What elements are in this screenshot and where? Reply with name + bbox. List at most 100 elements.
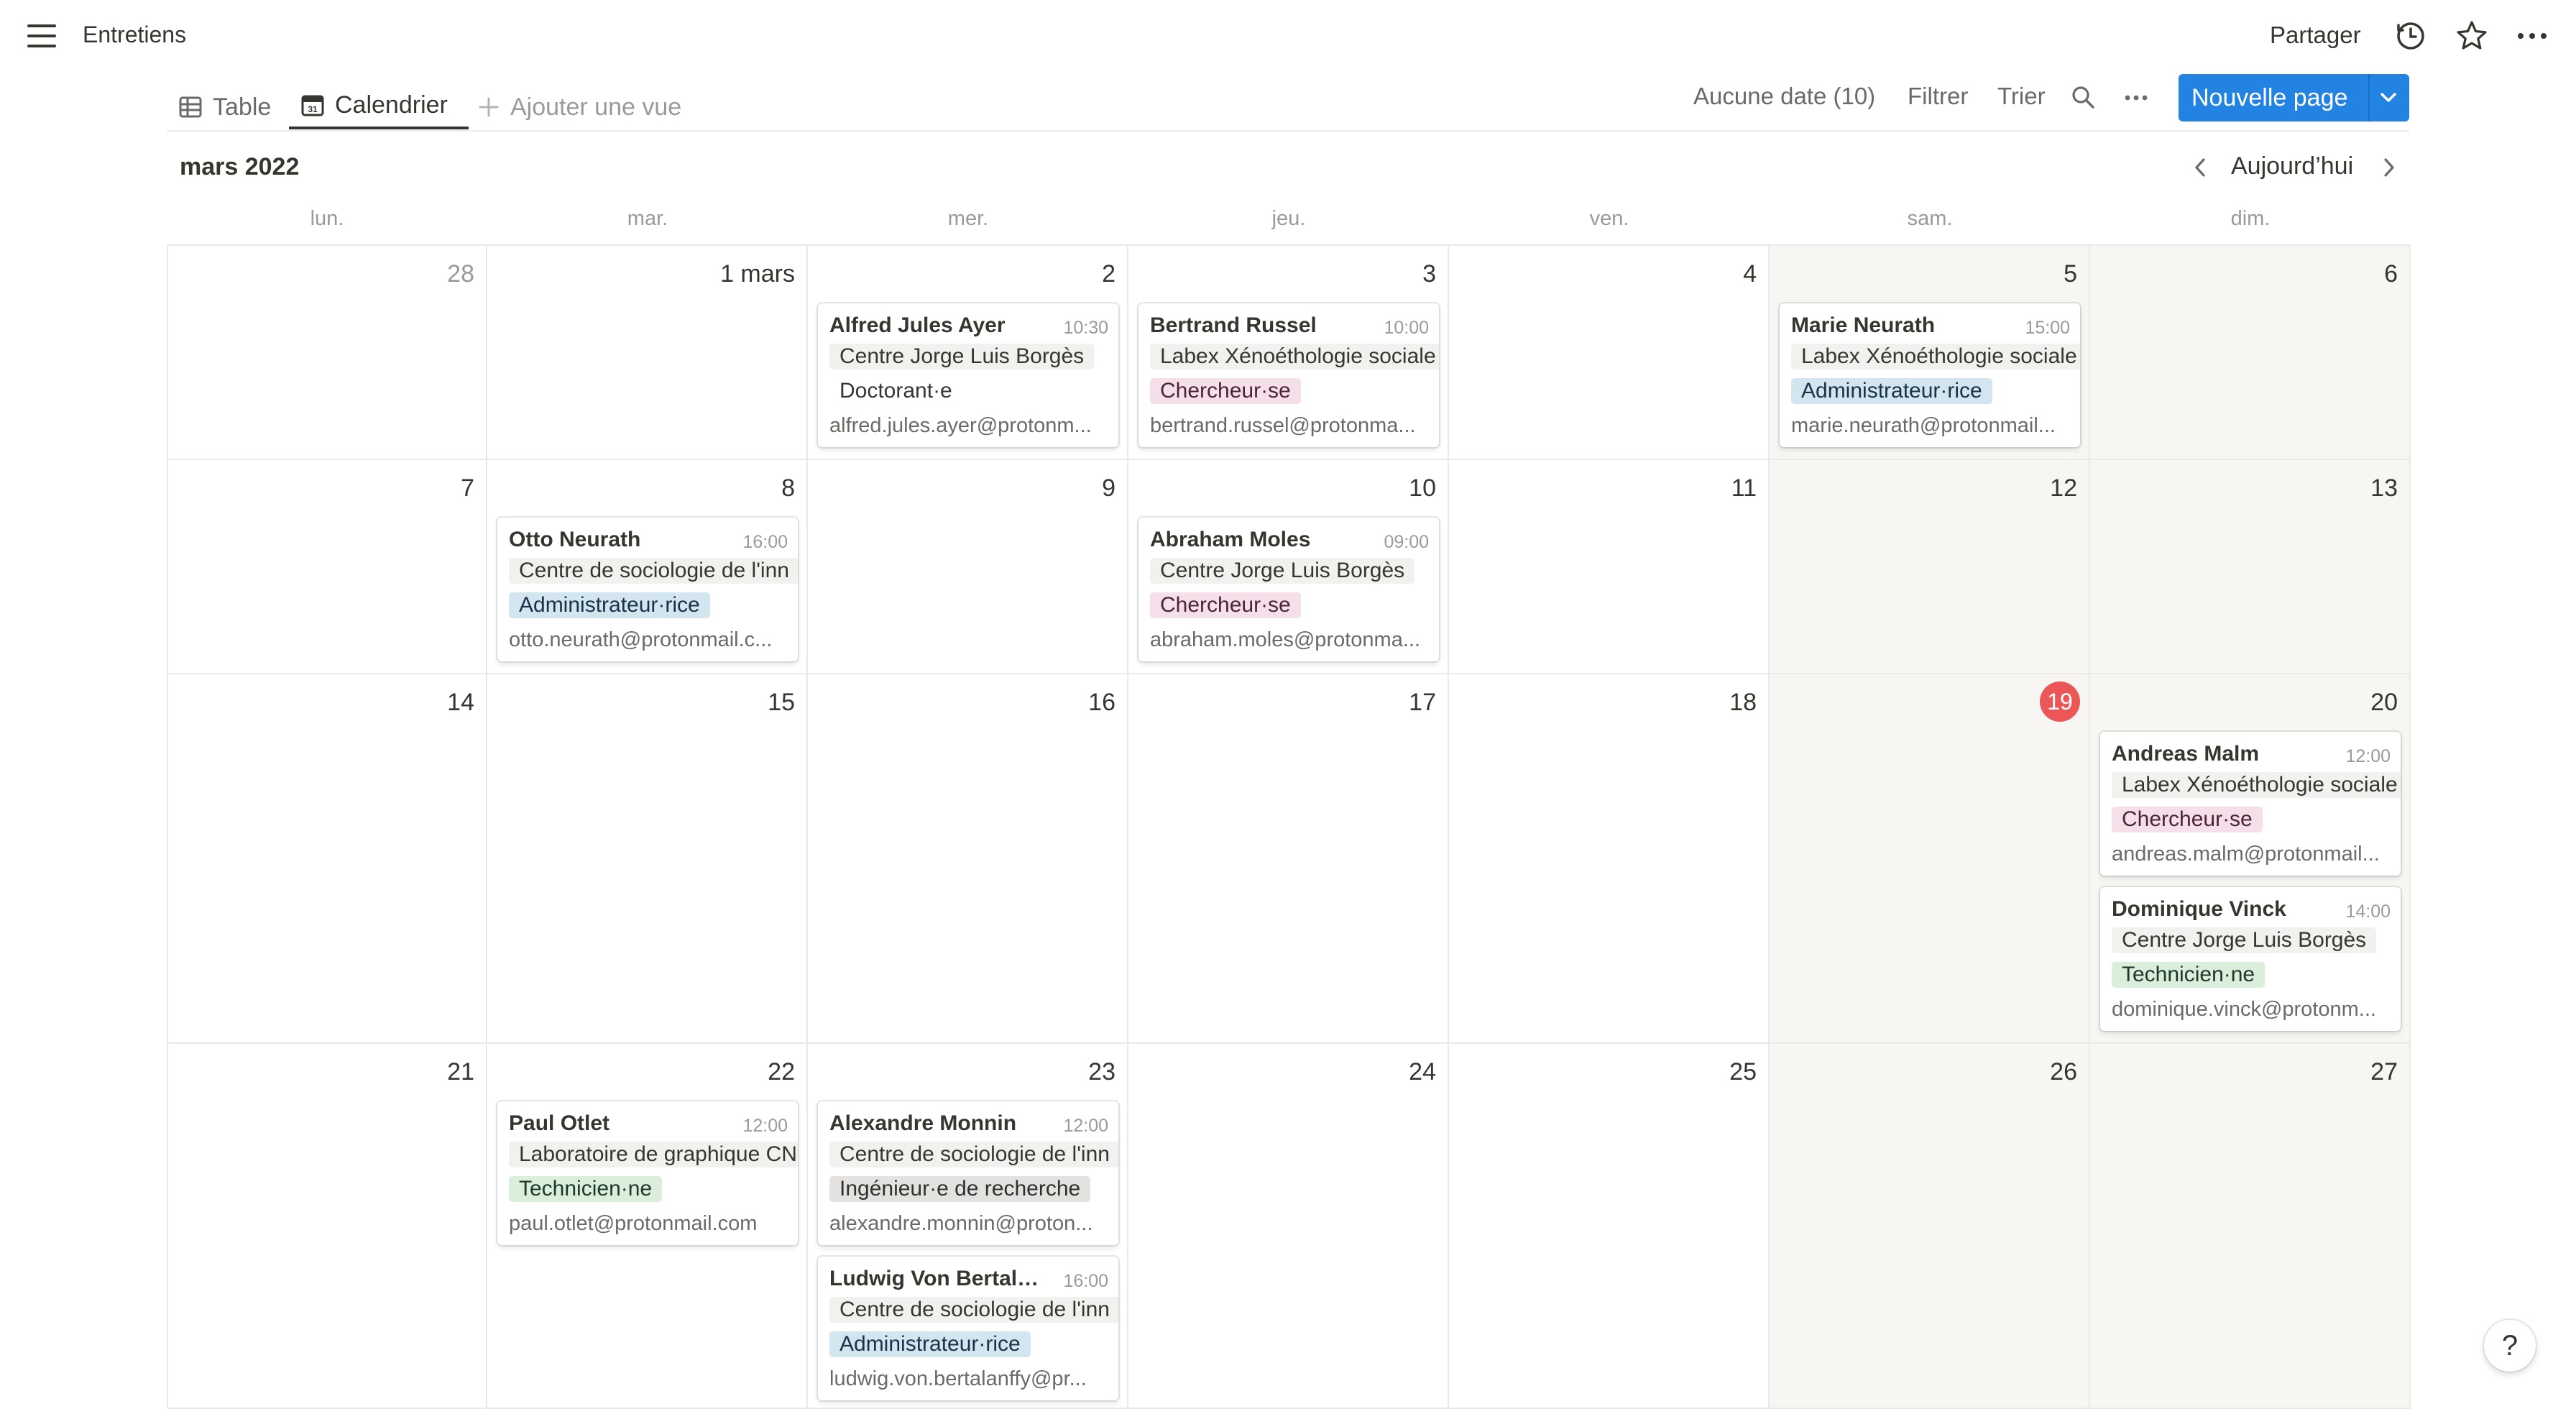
day-cell[interactable]: 13 (2090, 460, 2411, 674)
weekday-label: jeu. (1271, 207, 1306, 230)
event-card[interactable]: Andreas Malm 12:00 Labex Xénoéthologie soc… (2100, 732, 2401, 876)
day-cell[interactable]: 26 (1770, 1044, 2090, 1409)
today-day-number: 19 (2040, 681, 2080, 722)
clock-icon[interactable] (2393, 19, 2428, 53)
menu-icon[interactable] (27, 23, 58, 49)
event-name: Dominique Vinck (2112, 897, 2286, 921)
tab-table[interactable]: Table (178, 83, 279, 131)
page-title[interactable]: Entretiens (83, 22, 186, 48)
day-cell[interactable]: 25 (1449, 1044, 1770, 1409)
day-number: 8 (781, 474, 795, 502)
day-cell[interactable]: 27 (2090, 1044, 2411, 1409)
day-number: 7 (461, 474, 474, 502)
chevron-down-icon[interactable] (2379, 90, 2398, 106)
top-bar: Entretiens Partager (0, 0, 2576, 72)
svg-text:31: 31 (308, 104, 318, 114)
day-cell[interactable]: 18 (1449, 674, 1770, 1044)
day-number: 16 (1088, 689, 1116, 716)
event-email: bertrand.russel@protonma... (1150, 414, 1416, 437)
filter-button[interactable]: Filtrer (1908, 83, 1968, 110)
chevron-right-icon[interactable] (2379, 155, 2399, 180)
event-time: 10:30 (1063, 318, 1108, 338)
day-cell[interactable]: 19 (1770, 674, 2090, 1044)
day-number: 20 (2370, 689, 2398, 716)
new-page-button[interactable]: Nouvelle page (2179, 74, 2409, 121)
add-view-button[interactable]: Ajouter une vue (477, 83, 681, 131)
day-number: 17 (1409, 689, 1436, 716)
day-cell[interactable]: 1 mars (487, 246, 808, 460)
search-icon[interactable] (2070, 84, 2096, 110)
weekday-label: mer. (947, 207, 989, 230)
event-lab-tag: Labex Xénoéthologie sociale (1791, 344, 2080, 370)
event-role-tag: Chercheur·se (2112, 807, 2263, 832)
weekday-label: lun. (310, 207, 344, 230)
day-cell[interactable]: 24 (1128, 1044, 1449, 1409)
event-time: 12:00 (1063, 1116, 1108, 1136)
event-lab-tag: Centre de sociologie de l'inn (829, 1142, 1118, 1167)
tab-calendar-label: Calendrier (335, 91, 448, 119)
event-email: dominique.vinck@protonm... (2112, 998, 2376, 1021)
day-number: 24 (1409, 1058, 1436, 1086)
view-options-icon[interactable] (2123, 85, 2149, 111)
day-number: 21 (447, 1058, 474, 1086)
event-name: Ludwig Von Bertala... (829, 1267, 1045, 1290)
day-number: 3 (1422, 260, 1436, 288)
event-card[interactable]: Otto Neurath 16:00 Centre de sociologie de… (497, 518, 798, 661)
event-card[interactable]: Ludwig Von Bertala... 16:00 Centre de soci… (818, 1257, 1118, 1400)
event-email: abraham.moles@protonma... (1150, 628, 1420, 651)
no-date-button[interactable]: Aucune date (10) (1693, 83, 1875, 110)
day-number: 13 (2370, 474, 2398, 502)
event-role-tag: Administrateur·rice (509, 592, 710, 618)
day-cell[interactable]: 17 (1128, 674, 1449, 1044)
day-cell[interactable]: 16 (808, 674, 1128, 1044)
share-button[interactable]: Partager (2270, 22, 2361, 49)
today-button[interactable]: Aujourd’hui (2231, 152, 2353, 180)
day-cell[interactable]: 7 (167, 460, 487, 674)
event-name: Alexandre Monnin (829, 1111, 1017, 1135)
more-icon[interactable] (2515, 19, 2549, 53)
chevron-left-icon[interactable] (2190, 155, 2210, 180)
day-number: 5 (2064, 260, 2077, 288)
plus-icon (479, 97, 499, 117)
help-button[interactable]: ? (2484, 1320, 2536, 1372)
event-card[interactable]: Paul Otlet 12:00 Laboratoire de graphique … (497, 1101, 798, 1245)
day-cell[interactable]: 11 (1449, 460, 1770, 674)
day-cell[interactable]: 21 (167, 1044, 487, 1409)
event-email: marie.neurath@protonmail... (1791, 414, 2056, 437)
event-role-tag: Administrateur·rice (1791, 378, 1992, 404)
event-card[interactable]: Marie Neurath 15:00 Labex Xénoéthologie so… (1780, 303, 2080, 447)
day-number: 18 (1729, 689, 1757, 716)
star-icon[interactable] (2455, 19, 2489, 53)
day-cell[interactable]: 28 (167, 246, 487, 460)
event-lab-tag: Labex Xénoéthologie sociale (1150, 344, 1439, 370)
event-time: 14:00 (2345, 901, 2391, 922)
day-cell[interactable]: 14 (167, 674, 487, 1044)
day-number: 15 (768, 689, 795, 716)
weekday-label: dim. (2230, 207, 2271, 230)
event-card[interactable]: Alexandre Monnin 12:00 Centre de sociologi… (818, 1101, 1118, 1245)
event-name: Marie Neurath (1791, 313, 1936, 337)
event-time: 16:00 (1063, 1271, 1108, 1291)
event-card[interactable]: Abraham Moles 09:00 Centre Jorge Luis Borg… (1138, 518, 1439, 661)
day-cell[interactable]: 12 (1770, 460, 2090, 674)
day-number: 25 (1729, 1058, 1757, 1086)
event-card[interactable]: Alfred Jules Ayer 10:30 Centre Jorge Luis … (818, 303, 1118, 447)
event-email: alexandre.monnin@proton... (829, 1212, 1093, 1235)
day-cell[interactable]: 15 (487, 674, 808, 1044)
tab-calendar[interactable]: 31 Calendrier (289, 83, 469, 129)
event-card[interactable]: Dominique Vinck 14:00 Centre Jorge Luis Bo… (2100, 887, 2401, 1031)
event-card[interactable]: Bertrand Russel 10:00 Labex Xénoéthologie … (1138, 303, 1439, 447)
event-name: Paul Otlet (509, 1111, 610, 1135)
day-cell[interactable]: 6 (2090, 246, 2411, 460)
day-number: 10 (1409, 474, 1436, 502)
event-email: ludwig.von.bertalanffy@pr... (829, 1367, 1087, 1390)
sort-button[interactable]: Trier (1997, 83, 2046, 110)
event-lab-tag: Centre Jorge Luis Borgès (829, 344, 1095, 370)
calendar-icon: 31 (301, 95, 324, 116)
event-time: 12:00 (2345, 746, 2391, 766)
day-number: 22 (768, 1058, 795, 1086)
day-cell[interactable]: 9 (808, 460, 1128, 674)
day-cell[interactable]: 4 (1449, 246, 1770, 460)
event-lab-tag: Centre Jorge Luis Borgès (1150, 558, 1415, 584)
event-name: Andreas Malm (2112, 742, 2260, 766)
